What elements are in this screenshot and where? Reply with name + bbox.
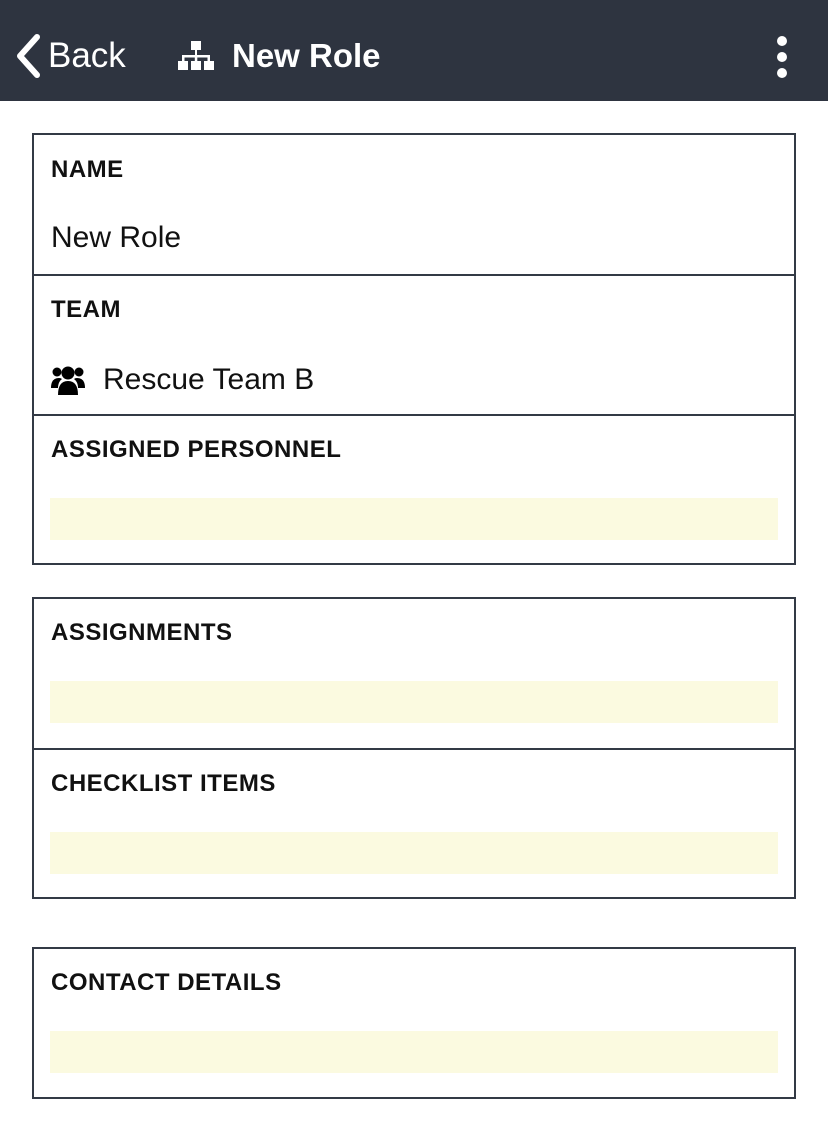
- assigned-personnel-label: ASSIGNED PERSONNEL: [51, 436, 342, 463]
- chevron-left-icon: [14, 34, 42, 78]
- team-value[interactable]: Rescue Team B: [51, 360, 314, 400]
- name-row[interactable]: NAME New Role: [34, 135, 794, 276]
- contact-details-row[interactable]: CONTACT DETAILS: [34, 949, 794, 1097]
- contact-card: CONTACT DETAILS: [32, 947, 796, 1099]
- assigned-personnel-field[interactable]: [50, 498, 778, 540]
- assignments-label: ASSIGNMENTS: [51, 619, 233, 646]
- back-label: Back: [48, 36, 126, 75]
- org-chart-icon: [178, 41, 214, 71]
- assigned-personnel-row[interactable]: ASSIGNED PERSONNEL: [34, 416, 794, 563]
- vertical-dots-icon: [766, 34, 798, 80]
- assignments-row[interactable]: ASSIGNMENTS: [34, 599, 794, 750]
- navigation-bar: Back New Role: [0, 0, 828, 101]
- checklist-items-label: CHECKLIST ITEMS: [51, 770, 276, 797]
- page-title-group: New Role: [178, 30, 381, 82]
- checklist-items-row[interactable]: CHECKLIST ITEMS: [34, 750, 794, 897]
- more-options-button[interactable]: [766, 34, 798, 80]
- users-icon: [51, 364, 85, 396]
- role-tasks-card: ASSIGNMENTS CHECKLIST ITEMS: [32, 597, 796, 899]
- checklist-items-field[interactable]: [50, 832, 778, 874]
- assignments-field[interactable]: [50, 681, 778, 723]
- contact-details-label: CONTACT DETAILS: [51, 969, 282, 996]
- contact-details-field[interactable]: [50, 1031, 778, 1073]
- team-name: Rescue Team B: [103, 363, 315, 396]
- page-title: New Role: [232, 37, 381, 74]
- name-label: NAME: [51, 156, 124, 183]
- name-value[interactable]: New Role: [51, 221, 181, 255]
- back-button[interactable]: Back: [14, 30, 126, 82]
- team-row[interactable]: TEAM Rescue Team B: [34, 276, 794, 416]
- team-label: TEAM: [51, 296, 121, 323]
- role-details-card: NAME New Role TEAM Rescue Team B ASSIGNE…: [32, 133, 796, 565]
